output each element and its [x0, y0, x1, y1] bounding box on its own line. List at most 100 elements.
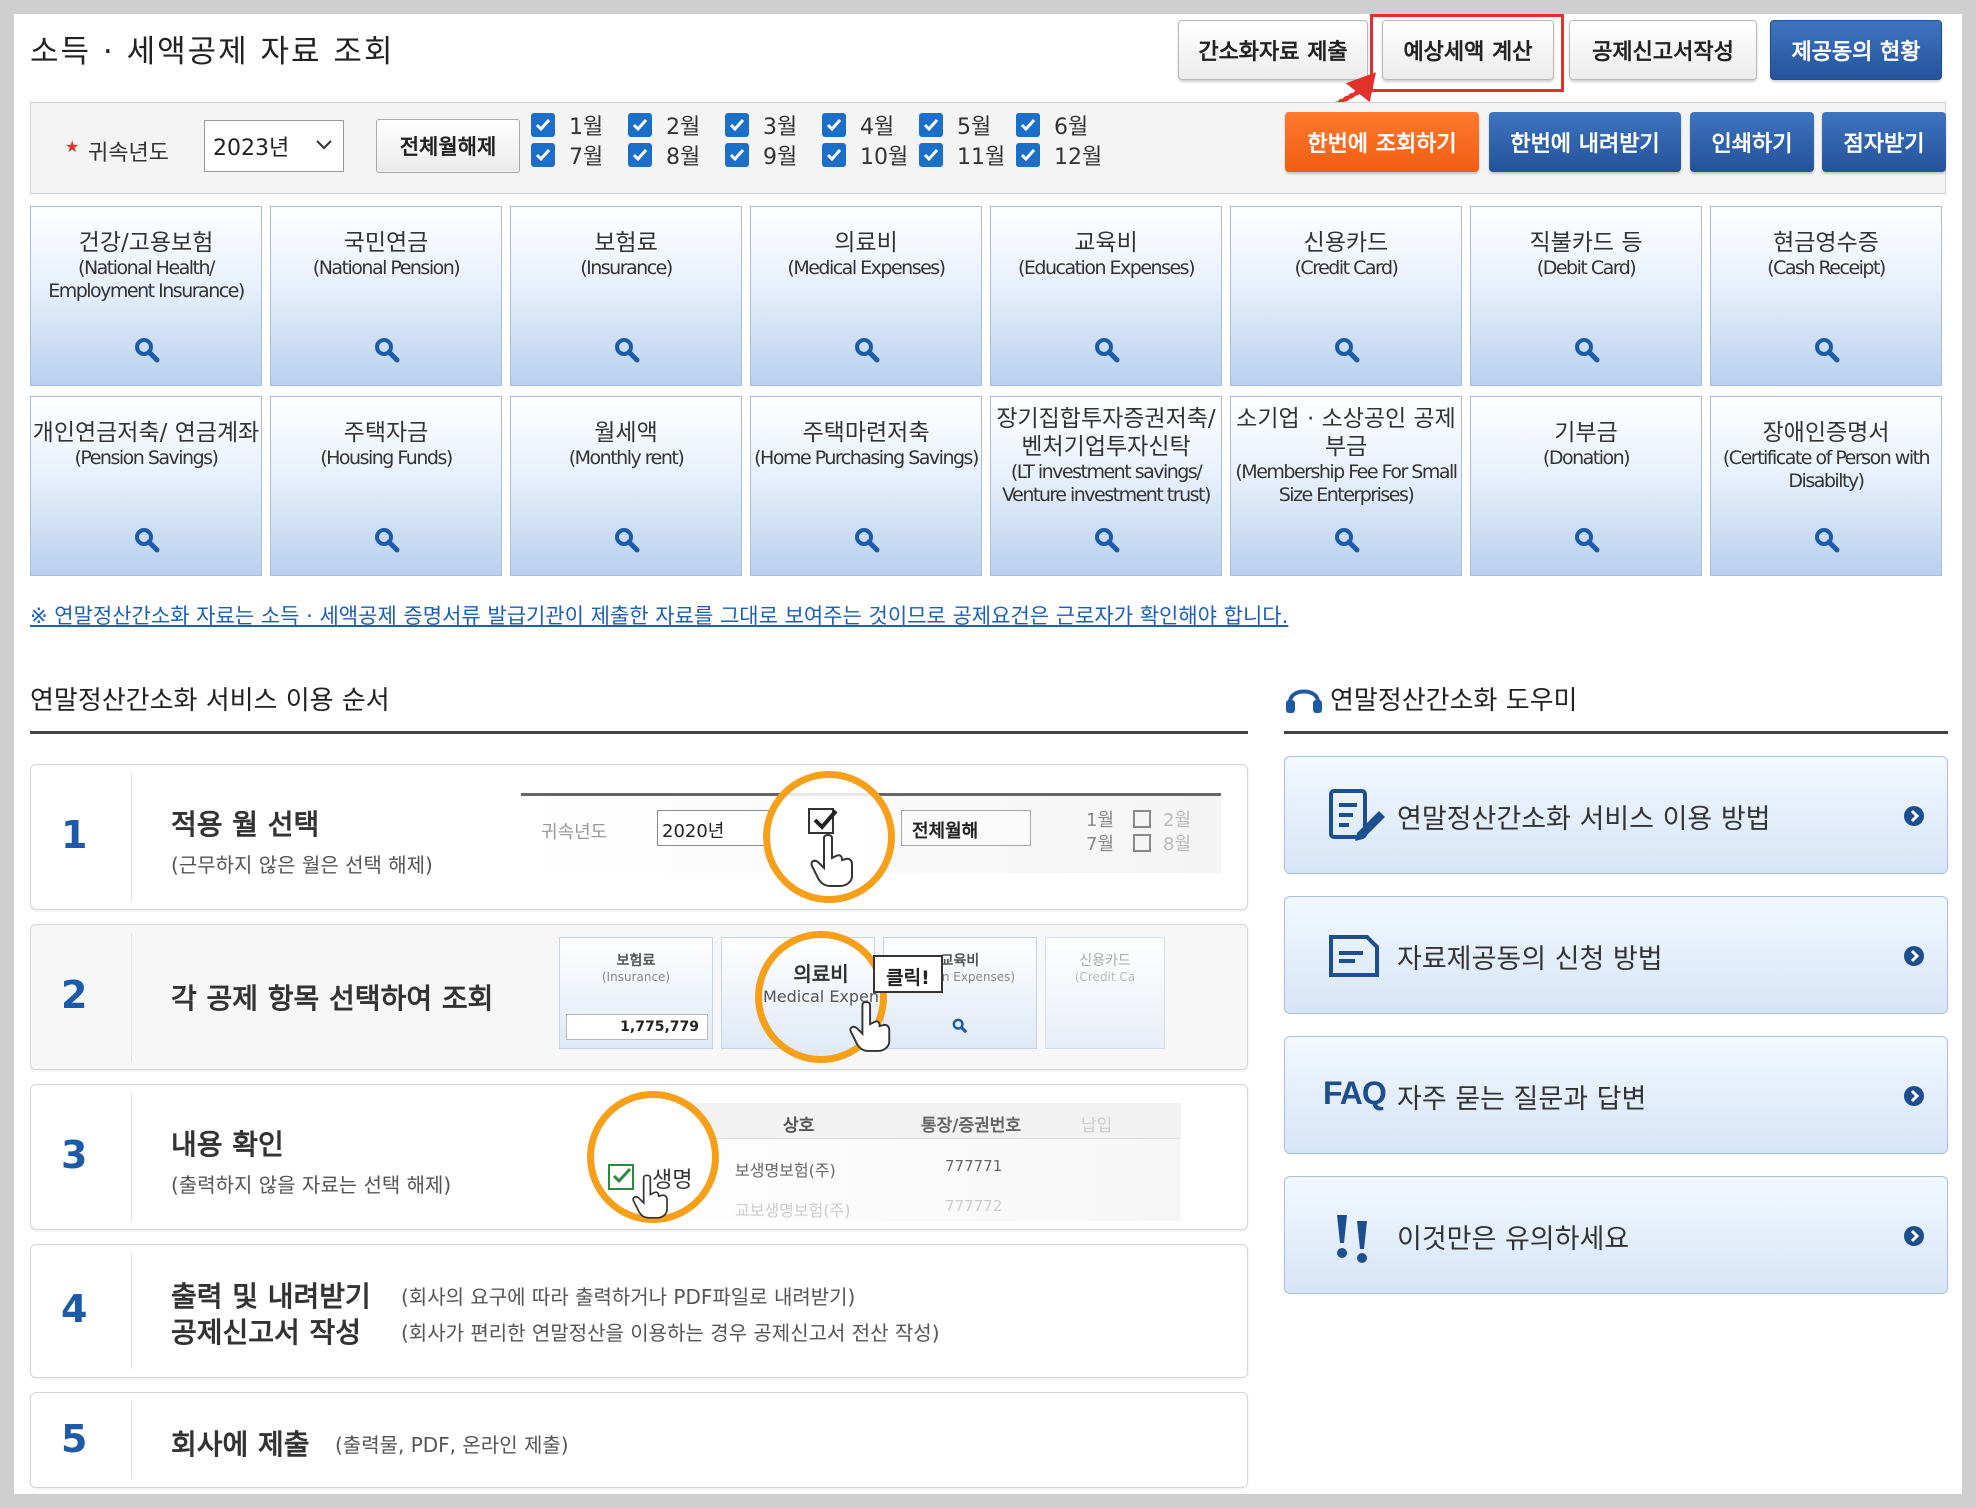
- tile-credit-card[interactable]: 신용카드 (Credit Card): [1230, 206, 1462, 386]
- month-checkbox-3[interactable]: 3월: [725, 109, 797, 141]
- tile-subtitle: (Insurance): [580, 257, 673, 279]
- month-label: 11월: [957, 145, 1006, 170]
- arrow-right-circle-icon: [1904, 1086, 1924, 1106]
- month-checkbox-11[interactable]: 11월: [919, 139, 1005, 171]
- illus-tile-title: 신용카드: [1079, 953, 1131, 969]
- usage-order-title: 연말정산간소화 서비스 이용 순서: [30, 686, 390, 716]
- magnifier-icon: [1575, 338, 1600, 363]
- page: 소득 · 세액공제 자료 조회 간소화자료 제출 예상세액 계산 공제신고서작성…: [14, 14, 1962, 1494]
- checkbox-checked-icon: [628, 143, 652, 167]
- query-all-button[interactable]: 한번에 조회하기: [1285, 112, 1479, 172]
- magnifier-icon: [1815, 338, 1840, 363]
- tile-education-expenses[interactable]: 교육비 (Education Expenses): [990, 206, 1222, 386]
- tile-title: 개인연금저축/ 연금계좌: [32, 420, 260, 446]
- step-number: 1: [61, 813, 88, 857]
- month-checkbox-5[interactable]: 5월: [919, 109, 991, 141]
- helper-caution[interactable]: 이것만은 유의하세요: [1284, 1176, 1948, 1294]
- illus-tile-title: 의료비: [793, 962, 849, 986]
- illus-month: 1월: [1086, 810, 1115, 831]
- tile-title: 현금영수증: [1773, 230, 1879, 256]
- checkbox-checked-icon: [531, 143, 555, 167]
- tile-pension-savings[interactable]: 개인연금저축/ 연금계좌 (Pension Savings): [30, 396, 262, 576]
- tile-title: 의료비: [834, 230, 898, 256]
- magnifier-icon: [855, 338, 880, 363]
- month-checkbox-9[interactable]: 9월: [725, 139, 797, 171]
- deduction-report-button[interactable]: 공제신고서작성: [1569, 20, 1757, 80]
- print-button[interactable]: 인쇄하기: [1690, 112, 1814, 172]
- illus-tile-subtitle: (Insurance): [601, 970, 671, 984]
- tile-small-enterprise-mutual-aid[interactable]: 소기업 · 소상공인 공제부금 (Membership Fee For Small…: [1230, 396, 1462, 576]
- tile-title: 소기업 · 소상공인 공제부금: [1236, 406, 1456, 460]
- filter-bar: ★ 귀속년도 2023년 전체월해제 1월 2월 3월 4월 5월 6월 7월 …: [30, 102, 1946, 194]
- tile-insurance[interactable]: 보험료 (Insurance): [510, 206, 742, 386]
- tile-subtitle: (Donation): [1542, 447, 1631, 469]
- arrow-right-circle-icon: [1904, 1226, 1924, 1246]
- year-select[interactable]: 2023년: [204, 120, 344, 172]
- month-checkbox-6[interactable]: 6월: [1016, 109, 1088, 141]
- checkbox-checked-icon: [822, 113, 846, 137]
- month-checkbox-2[interactable]: 2월: [628, 109, 700, 141]
- tile-debit-card[interactable]: 직불카드 등 (Debit Card): [1470, 206, 1702, 386]
- tile-health-employment-insurance[interactable]: 건강/고용보험 (National Health/ Employment Insu…: [30, 206, 262, 386]
- consent-status-button[interactable]: 제공동의 현황: [1770, 20, 1942, 80]
- tile-cash-receipt[interactable]: 현금영수증 (Cash Receipt): [1710, 206, 1942, 386]
- month-label: 12월: [1054, 145, 1103, 170]
- tile-subtitle: (National Health/ Employment Insurance): [48, 257, 245, 302]
- illus-cell: 보생명보험(주): [735, 1161, 836, 1180]
- checkbox-checked-icon: [919, 113, 943, 137]
- step-divider: [131, 1253, 132, 1369]
- illus-year-select: 2020년: [657, 810, 769, 846]
- helper-faq[interactable]: FAQ 자주 묻는 질문과 답변: [1284, 1036, 1948, 1154]
- tile-title: 직불카드 등: [1529, 230, 1643, 256]
- tile-title: 국민연금: [343, 230, 429, 256]
- chevron-down-icon: [316, 140, 332, 150]
- month-checkbox-10[interactable]: 10월: [822, 139, 908, 171]
- month-label: 1월: [569, 115, 604, 140]
- arrow-right-circle-icon: [1904, 806, 1924, 826]
- helper-item-label: 이것만은 유의하세요: [1397, 1224, 1630, 1255]
- helper-usage-guide[interactable]: 연말정산간소화 서비스 이용 방법: [1284, 756, 1948, 874]
- tile-national-pension[interactable]: 국민연금 (National Pension): [270, 206, 502, 386]
- illus-tile-subtitle: (Credit Ca: [1074, 970, 1136, 984]
- step-subtitle: (근무하지 않은 월은 선택 해제): [171, 853, 433, 877]
- illus-cell: 교보생명보험(주): [735, 1201, 851, 1220]
- magnifier-icon: [135, 338, 160, 363]
- step-title: 출력 및 내려받기: [171, 1280, 371, 1313]
- month-label: 10월: [860, 145, 909, 170]
- braille-button[interactable]: 점자받기: [1822, 112, 1946, 172]
- tile-housing-funds[interactable]: 주택자금 (Housing Funds): [270, 396, 502, 576]
- step-title: 각 공제 항목 선택하여 조회: [171, 982, 494, 1015]
- illus-tile-education: 교육비 ucation Expenses): [883, 937, 1037, 1049]
- helper-title: 연말정산간소화 도우미: [1330, 686, 1578, 716]
- download-all-button[interactable]: 한번에 내려받기: [1489, 112, 1681, 172]
- tile-title: 장기집합투자증권저축/ 벤처기업투자신탁: [996, 406, 1216, 460]
- tile-subtitle: (Education Expenses): [1018, 257, 1196, 279]
- month-checkbox-12[interactable]: 12월: [1016, 139, 1102, 171]
- tile-home-purchasing-savings[interactable]: 주택마련저축 (Home Purchasing Savings): [750, 396, 982, 576]
- helper-consent-guide[interactable]: 자료제공동의 신청 방법: [1284, 896, 1948, 1014]
- uncheck-all-months-button[interactable]: 전체월해제: [376, 119, 520, 173]
- tile-monthly-rent[interactable]: 월세액 (Monthly rent): [510, 396, 742, 576]
- faq-icon: FAQ: [1323, 1075, 1387, 1111]
- month-checkbox-1[interactable]: 1월: [531, 109, 603, 141]
- tile-donation[interactable]: 기부금 (Donation): [1470, 396, 1702, 576]
- page-title: 소득 · 세액공제 자료 조회: [30, 34, 395, 70]
- tile-title: 교육비: [1074, 230, 1138, 256]
- month-label: 5월: [957, 115, 992, 140]
- tile-title: 보험료: [594, 230, 658, 256]
- tile-medical-expenses[interactable]: 의료비 (Medical Expenses): [750, 206, 982, 386]
- checkbox-checked-icon: [1016, 143, 1040, 167]
- step-1: 1 적용 월 선택 (근무하지 않은 월은 선택 해제) 귀속년도 2020년 …: [30, 764, 1248, 910]
- arrow-right-circle-icon: [1904, 946, 1924, 966]
- zoom-circle: 생명: [587, 1091, 719, 1223]
- tile-subtitle: (Cash Receipt): [1767, 257, 1886, 279]
- notice-link[interactable]: ※ 연말정산간소화 자료는 소득 · 세액공제 증명서류 발급기관이 제출한 자…: [30, 600, 1288, 630]
- step-3: 3 내용 확인 (출력하지 않을 자료는 선택 해제) 상호 통장/증권번호 납…: [30, 1084, 1248, 1230]
- tile-lt-investment-savings[interactable]: 장기집합투자증권저축/ 벤처기업투자신탁 (LT investment savin…: [990, 396, 1222, 576]
- tile-disability-certificate[interactable]: 장애인증명서 (Certificate of Person with Disabi…: [1710, 396, 1942, 576]
- month-label: 6월: [1054, 115, 1089, 140]
- month-checkbox-8[interactable]: 8월: [628, 139, 700, 171]
- month-checkbox-4[interactable]: 4월: [822, 109, 894, 141]
- month-checkbox-7[interactable]: 7월: [531, 139, 603, 171]
- illus-month: 2월: [1163, 810, 1192, 831]
